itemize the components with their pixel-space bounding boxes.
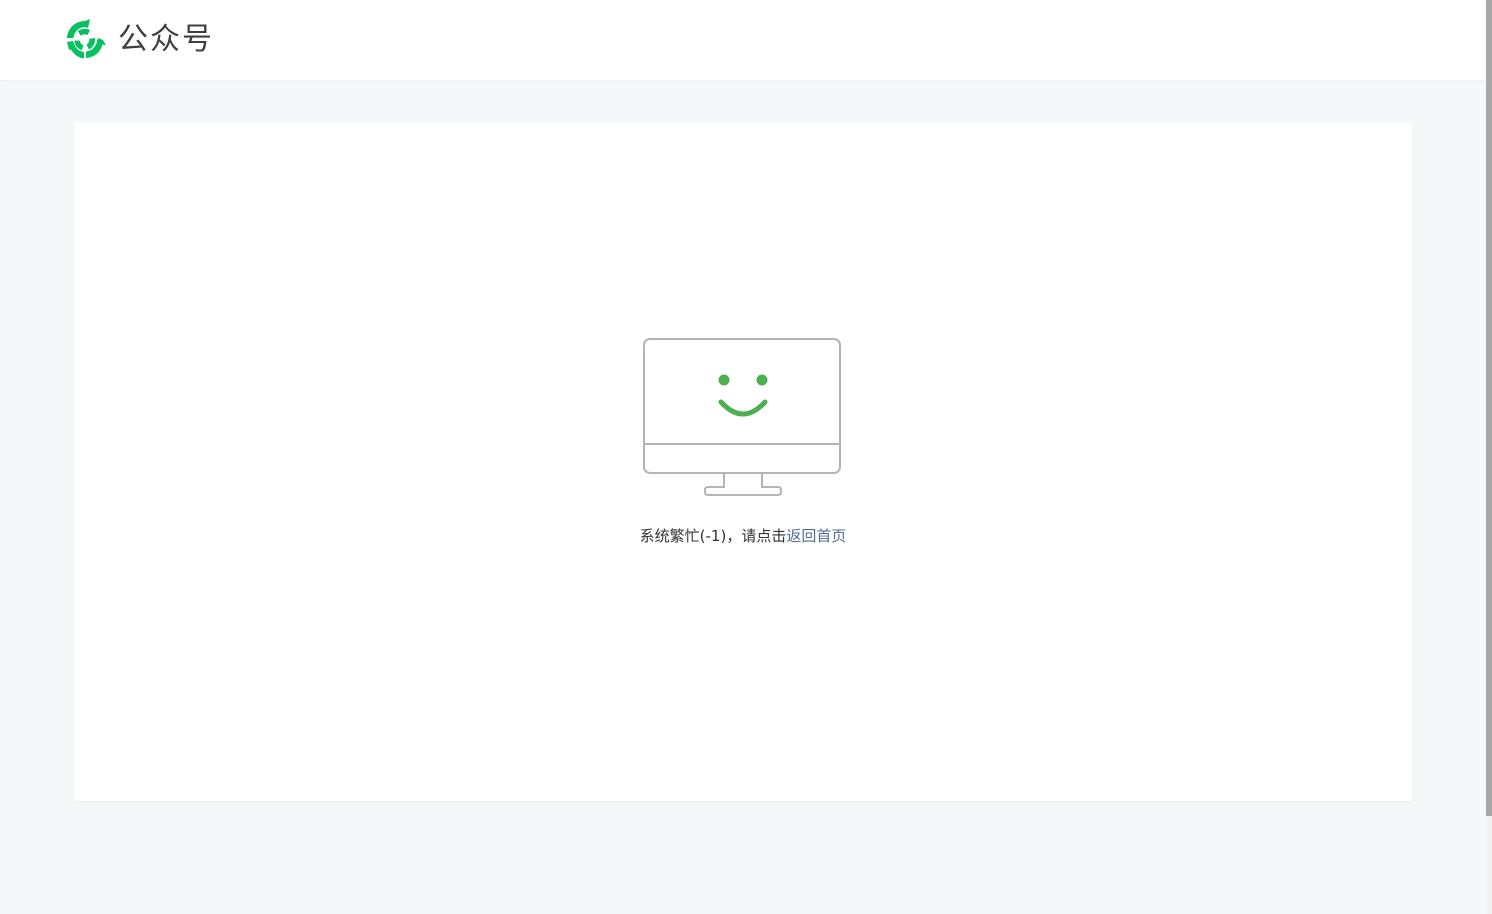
- top-bar: 公众号: [0, 0, 1486, 80]
- back-to-home-link[interactable]: 返回首页: [786, 527, 846, 545]
- brand-title: 公众号: [118, 22, 214, 57]
- brand[interactable]: 公众号: [64, 19, 214, 61]
- error-message: 系统繁忙(-1)，请点击返回首页: [74, 523, 1412, 549]
- wechat-official-accounts-logo-icon: [67, 19, 106, 59]
- smiling-monitor-icon: [643, 338, 841, 496]
- error-card: 系统繁忙(-1)，请点击返回首页: [74, 122, 1412, 801]
- scrollbar-thumb[interactable]: [1486, 0, 1492, 816]
- error-message-text: 系统繁忙(-1)，请点击: [639, 527, 787, 545]
- page-scrollbar[interactable]: [1486, 0, 1492, 914]
